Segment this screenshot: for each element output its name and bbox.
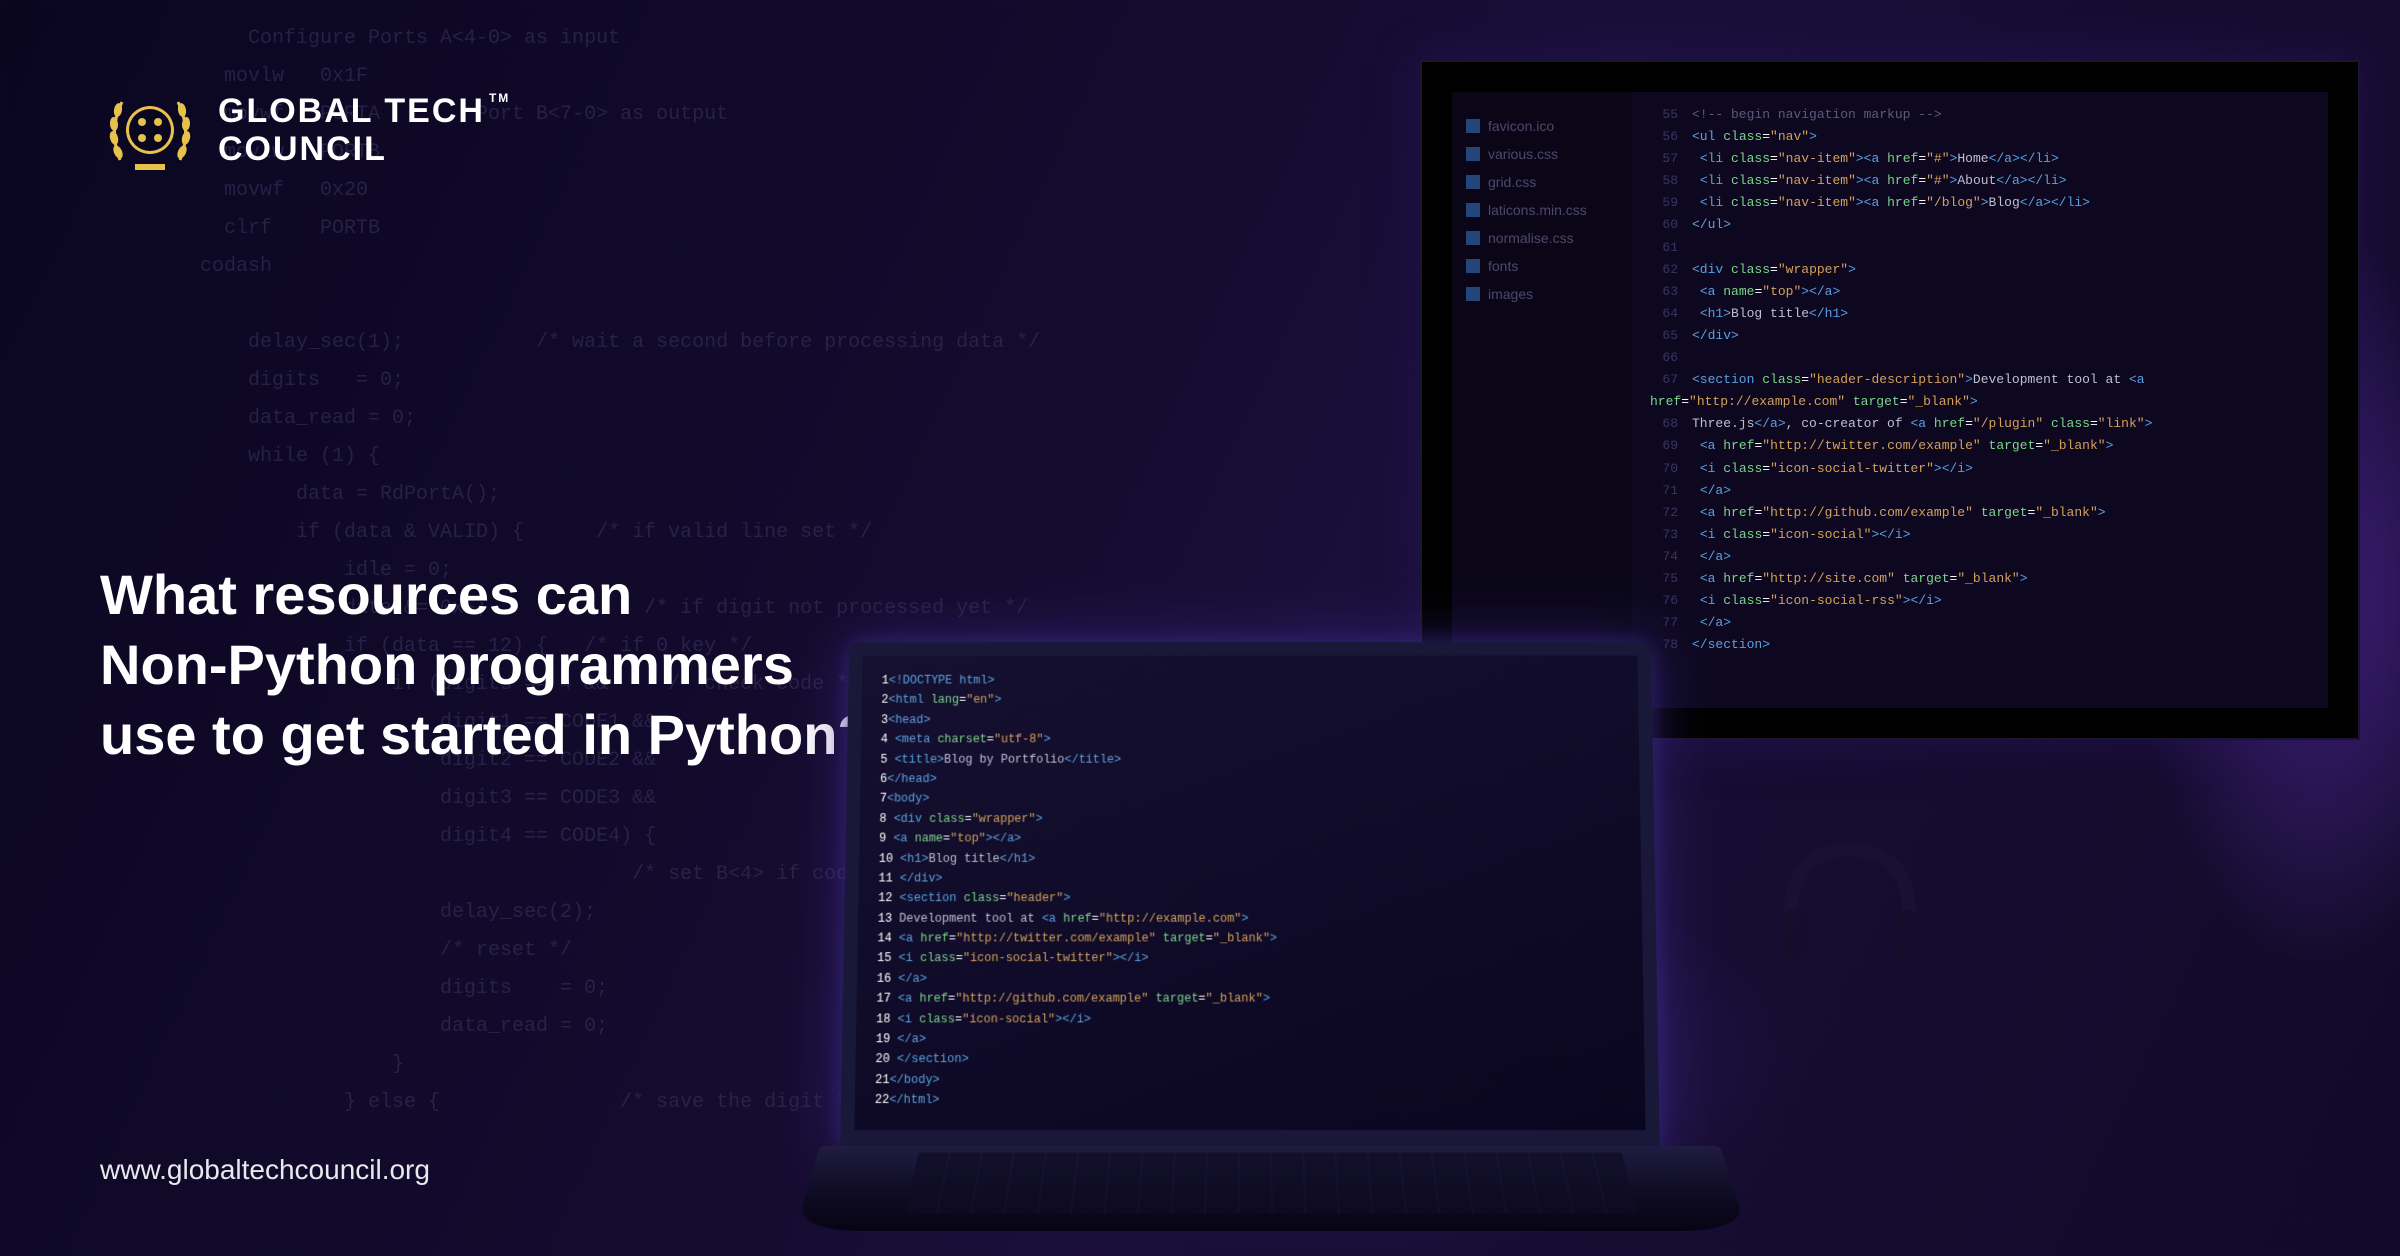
- editor-sidebar: favicon.ico various.css grid.css laticons.m…: [1452, 92, 1632, 708]
- file-label: grid.css: [1488, 174, 1536, 190]
- laptop-code-pane: 1<!DOCTYPE html>2<html lang="en">3<head>…: [875, 671, 1626, 1111]
- headphones-icon: [1760, 816, 1940, 986]
- code-line: 2<html lang="en">: [881, 691, 1619, 711]
- sidebar-file-item: fonts: [1462, 252, 1622, 280]
- code-line: 56<ul class="nav">: [1650, 126, 2310, 148]
- file-icon: [1466, 203, 1480, 217]
- code-line: 64 <h1>Blog title</h1>: [1650, 303, 2310, 325]
- laptop: 1<!DOCTYPE html>2<html lang="en">3<head>…: [820, 632, 1680, 1256]
- code-line: 1<!DOCTYPE html>: [882, 671, 1619, 691]
- file-icon: [1466, 259, 1480, 273]
- code-line: 75 <a href="http://site.com" target="_bl…: [1650, 568, 2310, 590]
- sidebar-file-item: normalise.css: [1462, 224, 1622, 252]
- code-line: 66: [1650, 347, 2310, 369]
- sidebar-file-item: laticons.min.css: [1462, 196, 1622, 224]
- sidebar-file-item: favicon.ico: [1462, 112, 1622, 140]
- laptop-keyboard: [795, 1146, 1748, 1231]
- code-line: 14 <a href="http://twitter.com/example" …: [877, 929, 1622, 949]
- code-line: 18 <i class="icon-social"></i>: [876, 1009, 1624, 1029]
- code-line: 58 <li class="nav-item"><a href="#">Abou…: [1650, 170, 2310, 192]
- file-icon: [1466, 119, 1480, 133]
- code-line: 8 <div class="wrapper">: [879, 809, 1620, 829]
- code-line: 3<head>: [881, 710, 1619, 730]
- code-line: 5 <title>Blog by Portfolio</title>: [880, 750, 1620, 770]
- editor-code-pane: 55<!-- begin navigation markup -->56<ul …: [1632, 92, 2328, 708]
- trademark-symbol: TM: [489, 92, 510, 104]
- headline-line3: use to get started in Python?: [100, 700, 872, 770]
- code-line: 22</html>: [875, 1090, 1626, 1110]
- brand-logo: GLOBAL TECH TM COUNCIL: [100, 80, 510, 180]
- sidebar-file-item: grid.css: [1462, 168, 1622, 196]
- brand-line2: COUNCIL: [218, 132, 510, 166]
- code-line: 19 </a>: [876, 1029, 1625, 1049]
- code-line: 6</head>: [880, 769, 1620, 789]
- file-label: laticons.min.css: [1488, 202, 1587, 218]
- code-line: 20 </section>: [875, 1050, 1624, 1070]
- laurel-badge-icon: [100, 80, 200, 180]
- code-line: 16 </a>: [877, 969, 1624, 989]
- code-editor: favicon.ico various.css grid.css laticons.m…: [1452, 92, 2328, 708]
- code-line: 68Three.js</a>, co-creator of <a href="/…: [1650, 413, 2310, 435]
- code-line: 7<body>: [880, 789, 1621, 809]
- code-line: 17 <a href="http://github.com/example" t…: [876, 989, 1623, 1009]
- footer-url: www.globaltechcouncil.org: [100, 1154, 430, 1186]
- code-line: 13 Development tool at <a href="http://e…: [878, 909, 1623, 929]
- code-line: 21</body>: [875, 1070, 1625, 1090]
- code-line: 71 </a>: [1650, 480, 2310, 502]
- code-line: 73 <i class="icon-social"></i>: [1650, 524, 2310, 546]
- code-line: 11 </div>: [878, 869, 1621, 889]
- code-line: 57 <li class="nav-item"><a href="#">Home…: [1650, 148, 2310, 170]
- file-icon: [1466, 287, 1480, 301]
- file-label: various.css: [1488, 146, 1558, 162]
- file-label: normalise.css: [1488, 230, 1574, 246]
- code-line: 77 </a>: [1650, 612, 2310, 634]
- file-icon: [1466, 231, 1480, 245]
- file-label: fonts: [1488, 258, 1518, 274]
- code-line: 61: [1650, 237, 2310, 259]
- code-line: 9 <a name="top"></a>: [879, 829, 1621, 849]
- code-line: 69 <a href="http://twitter.com/example" …: [1650, 435, 2310, 457]
- code-line: 10 <h1>Blog title</h1>: [879, 849, 1622, 869]
- code-line: 15 <i class="icon-social-twitter"></i>: [877, 949, 1623, 969]
- code-line: 60</ul>: [1650, 214, 2310, 236]
- file-label: images: [1488, 286, 1533, 302]
- code-line: 55<!-- begin navigation markup -->: [1650, 104, 2310, 126]
- code-line: 63 <a name="top"></a>: [1650, 281, 2310, 303]
- brand-text: GLOBAL TECH TM COUNCIL: [218, 94, 510, 166]
- code-line: 78</section>: [1650, 634, 2310, 656]
- code-line: 65</div>: [1650, 325, 2310, 347]
- file-icon: [1466, 147, 1480, 161]
- headline-line1: What resources can: [100, 560, 872, 630]
- code-line: 74 </a>: [1650, 546, 2310, 568]
- code-line: 67<section class="header-description">De…: [1650, 369, 2310, 413]
- code-line: 72 <a href="http://github.com/example" t…: [1650, 502, 2310, 524]
- code-line: 62<div class="wrapper">: [1650, 259, 2310, 281]
- sidebar-file-item: various.css: [1462, 140, 1622, 168]
- code-line: 70 <i class="icon-social-twitter"></i>: [1650, 458, 2310, 480]
- headline-line2: Non-Python programmers: [100, 630, 872, 700]
- file-label: favicon.ico: [1488, 118, 1554, 134]
- code-line: 4 <meta charset="utf-8">: [881, 730, 1620, 750]
- code-line: 76 <i class="icon-social-rss"></i>: [1650, 590, 2310, 612]
- headline-text: What resources can Non-Python programmer…: [100, 560, 872, 770]
- brand-line1: GLOBAL TECH: [218, 94, 485, 128]
- file-icon: [1466, 175, 1480, 189]
- sidebar-file-item: images: [1462, 280, 1622, 308]
- laptop-screen: 1<!DOCTYPE html>2<html lang="en">3<head>…: [840, 642, 1660, 1152]
- code-line: 59 <li class="nav-item"><a href="/blog">…: [1650, 192, 2310, 214]
- code-line: 12 <section class="header">: [878, 889, 1622, 909]
